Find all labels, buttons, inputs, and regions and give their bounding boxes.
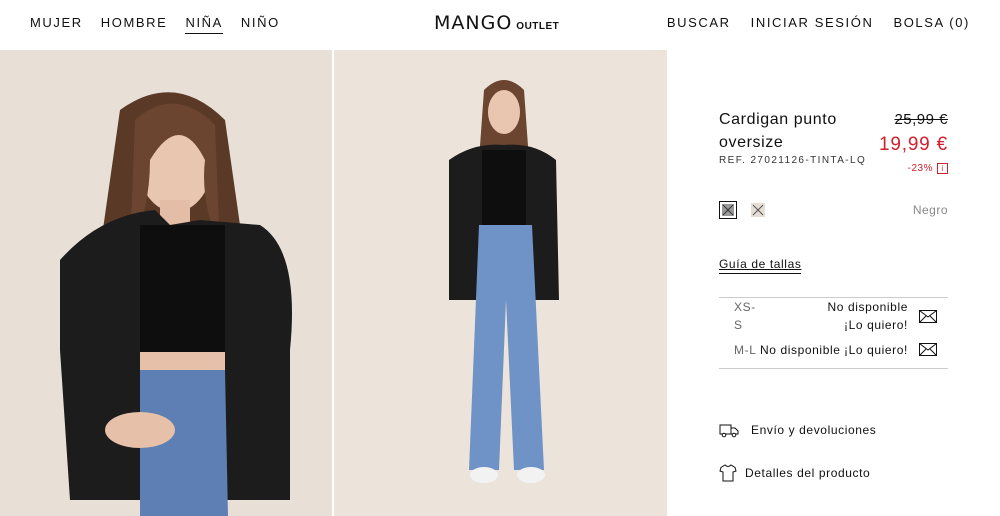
logo-brand: MANGO [434,12,513,34]
logo-sub: OUTLET [516,21,560,32]
mail-icon[interactable] [919,310,937,323]
size-option-xs-s[interactable]: XS- S No disponible ¡Lo quiero! [734,298,937,334]
nav-hombre[interactable]: HOMBRE [101,15,168,34]
size-label: M-L [734,343,757,357]
product-details[interactable]: Detalles del producto [719,464,870,482]
nav-nina[interactable]: NIÑA [185,15,223,34]
login-link[interactable]: INICIAR SESIÓN [751,15,874,30]
size-label: XS- S [734,300,756,332]
product-photo-full [334,50,667,516]
product-image-2[interactable] [334,50,667,516]
size-guide-link[interactable]: Guía de tallas [719,257,802,274]
shipping-returns[interactable]: Envío y devoluciones [719,422,876,438]
logo[interactable]: MANGO OUTLET [434,12,559,34]
size-list: XS- S No disponible ¡Lo quiero! M-L No di… [719,297,948,369]
top-header: MUJER HOMBRE NIÑA NIÑO MANGO OUTLET BUSC… [0,0,1000,50]
product-image-1[interactable] [0,50,332,516]
info-icon[interactable]: i [937,163,948,174]
mail-icon[interactable] [919,343,937,356]
sale-price: 19,99 € [879,134,948,155]
product-photo-closeup [0,50,332,516]
product-ref: REF. 27021126-TINTA-LQ [719,155,867,166]
notify-link[interactable]: ¡Lo quiero! [844,341,908,359]
color-swatch-alt[interactable] [749,201,767,219]
size-status: No disponible [827,300,908,314]
notify-link[interactable]: ¡Lo quiero! [788,316,908,334]
product-panel: Cardigan punto oversize REF. 27021126-TI… [668,50,1000,516]
product-title: Cardigan punto oversize [719,111,837,151]
nav-nino[interactable]: NIÑO [241,15,280,34]
user-nav: BUSCAR INICIAR SESIÓN BOLSA (0) [647,15,970,30]
old-price: 25,99 € [894,111,948,128]
color-name: Negro [912,203,948,217]
color-swatch-selected[interactable] [719,201,737,219]
truck-icon [719,424,739,438]
details-label: Detalles del producto [745,466,871,480]
cross-icon [751,203,765,217]
tshirt-icon [719,464,737,482]
nav-mujer[interactable]: MUJER [30,15,83,34]
size-option-m-l[interactable]: M-L No disponible ¡Lo quiero! [734,341,937,361]
discount-text: -23% [907,163,933,174]
main-nav: MUJER HOMBRE NIÑA NIÑO [30,15,298,34]
cross-icon [722,204,734,216]
shipping-label: Envío y devoluciones [751,423,877,437]
bag-link[interactable]: BOLSA (0) [893,15,970,30]
search-link[interactable]: BUSCAR [667,15,731,30]
size-status: No disponible [760,343,841,357]
discount-badge: -23% i [908,163,948,174]
